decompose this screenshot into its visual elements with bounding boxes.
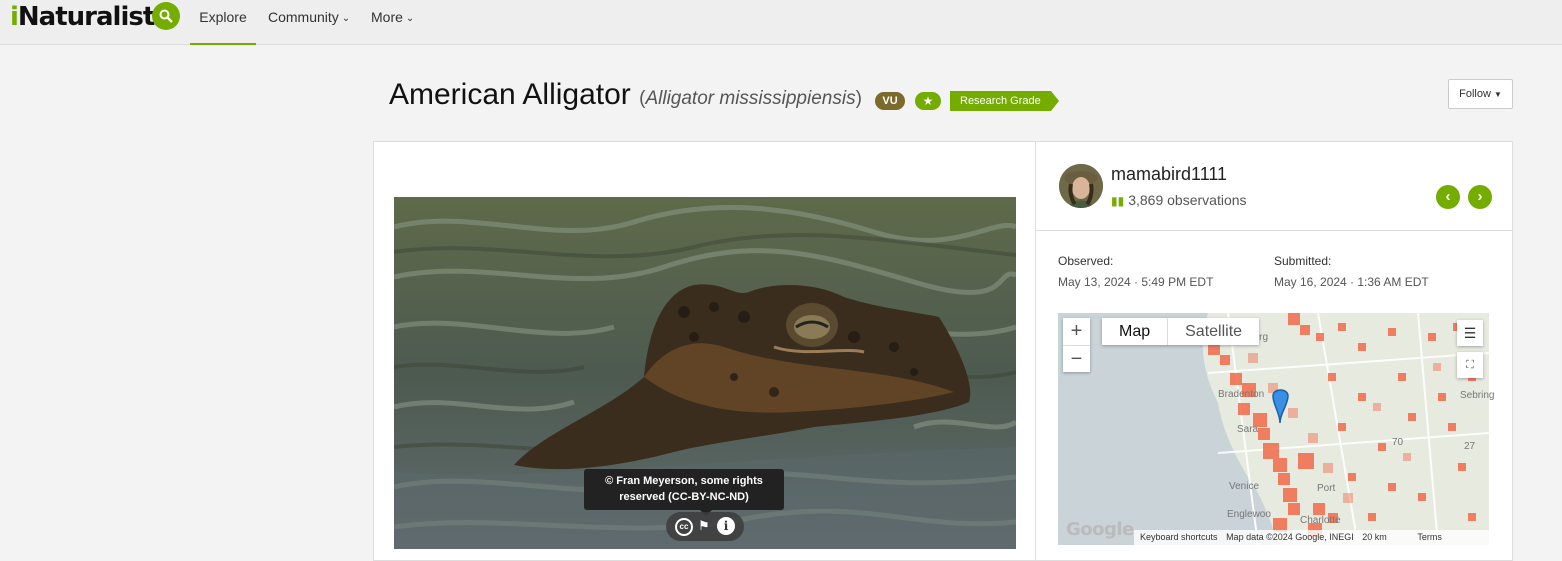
- caret-down-icon: ▼: [1493, 90, 1502, 99]
- map-place-label: Charlotte: [1300, 515, 1341, 526]
- scientific-name[interactable]: Alligator mississippiensis: [645, 88, 855, 109]
- search-button[interactable]: [152, 2, 180, 30]
- map-type-toggle: Map Satellite: [1102, 318, 1260, 345]
- nav-community-label: Community: [268, 9, 339, 25]
- observation-map[interactable]: [1058, 313, 1489, 545]
- avatar-image: [1059, 164, 1103, 208]
- photo-controls: cc ⚑ i: [666, 512, 744, 541]
- chevron-right-icon: ›: [1477, 188, 1483, 205]
- map-place-label: Sara: [1237, 424, 1259, 435]
- star-icon[interactable]: ★: [915, 92, 941, 110]
- map-footer: Keyboard shortcuts Map data ©2024 Google…: [1134, 530, 1489, 545]
- common-name: American Alligator: [389, 78, 631, 111]
- map-scale[interactable]: 20 km: [1362, 532, 1387, 542]
- observed-label: Observed:: [1058, 254, 1114, 268]
- map-canvas: [1058, 313, 1489, 545]
- observed-date: May 13, 2024 · 5:49 PM EDT: [1058, 275, 1214, 289]
- quality-grade-badge: Research Grade: [950, 91, 1059, 111]
- flag-icon[interactable]: ⚑: [698, 518, 710, 534]
- nav-more-label: More: [371, 9, 403, 25]
- logo-text: Naturalist: [17, 2, 155, 32]
- divider: [1036, 230, 1513, 231]
- paren-close: ): [855, 88, 862, 109]
- submitted-label: Submitted:: [1274, 254, 1332, 268]
- attribution-line-2: reserved (CC-BY-NC-ND): [619, 491, 749, 503]
- layers-icon[interactable]: ☰: [1457, 320, 1483, 346]
- nav-explore[interactable]: Explore: [190, 9, 256, 45]
- next-observation-button[interactable]: ›: [1468, 185, 1492, 209]
- conservation-status-badge[interactable]: VU: [875, 92, 905, 110]
- map-place-label: Venice: [1229, 481, 1260, 492]
- map-place-label: 70: [1392, 437, 1404, 448]
- chevron-down-icon: ⌄: [405, 13, 415, 24]
- map-data-attribution: Map data ©2024 Google, INEGI: [1226, 532, 1354, 542]
- page-title: American Alligator (Alligator mississipp…: [389, 78, 862, 112]
- previous-observation-button[interactable]: ‹: [1436, 185, 1460, 209]
- observation-count[interactable]: ▮▮ 3,869 observations: [1111, 192, 1247, 208]
- fullscreen-icon[interactable]: ⛶: [1457, 352, 1483, 378]
- chevron-down-icon: ⌄: [341, 13, 351, 24]
- observation-count-label: 3,869 observations: [1128, 192, 1247, 208]
- nav-more[interactable]: More ⌄: [371, 9, 414, 25]
- cc-license-icon[interactable]: cc: [675, 518, 693, 536]
- attribution-line-1: © Fran Meyerson, some rights: [605, 475, 763, 487]
- zoom-out-button[interactable]: −: [1063, 345, 1090, 372]
- logo[interactable]: iNaturalist: [10, 2, 155, 32]
- avatar[interactable]: [1059, 164, 1103, 208]
- nav-explore-label: Explore: [199, 9, 247, 25]
- map-type-satellite[interactable]: Satellite: [1168, 318, 1259, 345]
- map-place-label: Sebring: [1460, 390, 1495, 401]
- zoom-in-button[interactable]: +: [1063, 318, 1090, 345]
- terms-link[interactable]: Terms: [1417, 532, 1442, 542]
- chevron-left-icon: ‹: [1445, 188, 1451, 205]
- keyboard-shortcuts-link[interactable]: Keyboard shortcuts: [1140, 532, 1218, 542]
- google-logo: Google: [1066, 519, 1134, 540]
- follow-label: Follow: [1459, 88, 1491, 100]
- map-place-label: Bradenton: [1218, 389, 1265, 400]
- binoculars-icon: ▮▮: [1111, 194, 1125, 208]
- search-icon: [159, 9, 173, 23]
- follow-button[interactable]: Follow ▼: [1448, 79, 1513, 109]
- observer-username[interactable]: mamabird1111: [1111, 164, 1227, 185]
- nav-community[interactable]: Community ⌄: [268, 9, 350, 25]
- map-zoom-controls: + −: [1063, 318, 1090, 372]
- photo-attribution-tooltip: © Fran Meyerson, some rights reserved (C…: [584, 469, 784, 516]
- map-place-label: Englewoo: [1227, 509, 1271, 520]
- top-nav: iNaturalist Explore Community ⌄ More ⌄: [0, 0, 1562, 45]
- submitted-date: May 16, 2024 · 1:36 AM EDT: [1274, 275, 1429, 289]
- info-icon[interactable]: i: [717, 517, 735, 535]
- map-type-map[interactable]: Map: [1102, 318, 1169, 345]
- map-place-label: 27: [1464, 441, 1476, 452]
- map-place-label: Port: [1317, 483, 1336, 494]
